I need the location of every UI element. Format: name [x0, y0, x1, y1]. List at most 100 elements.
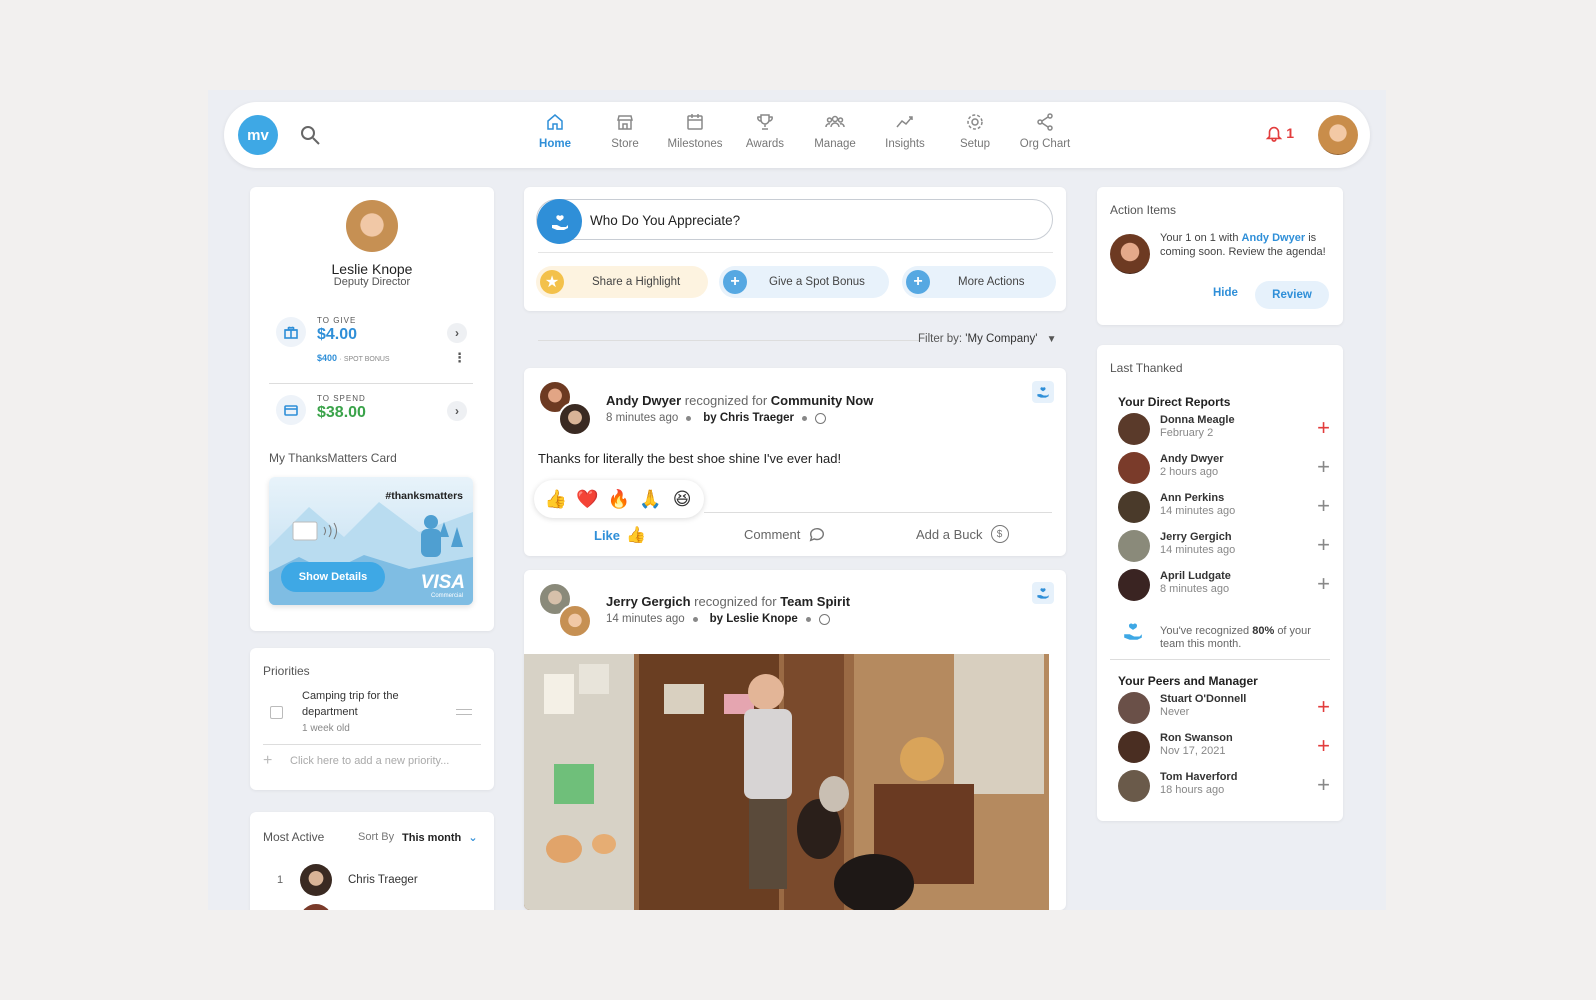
nav-item-awards[interactable]: Awards [730, 112, 800, 150]
nav-item-milestones[interactable]: Milestones [660, 112, 730, 150]
peer-row: Stuart O'Donnell Never + [1118, 692, 1330, 726]
nav-item-setup[interactable]: Setup [940, 112, 1010, 150]
more-actions-button[interactable]: + More Actions [902, 266, 1056, 298]
nav-label-insights: Insights [885, 138, 925, 150]
action-item-link[interactable]: Andy Dwyer [1242, 232, 1306, 244]
post-author[interactable]: by Chris Traeger [703, 412, 794, 424]
to-spend-amount: $38.00 [317, 404, 366, 421]
nav-label-org-chart: Org Chart [1019, 138, 1071, 150]
kebab-menu-icon[interactable]: ⋮ [453, 351, 466, 364]
add-recognition-icon[interactable]: + [1317, 735, 1330, 757]
person-name[interactable]: April Ludgate [1160, 570, 1231, 582]
drag-handle-icon[interactable] [456, 709, 472, 715]
post-author[interactable]: by Leslie Knope [710, 613, 798, 625]
thumbs-up-icon: 👍 [626, 527, 646, 544]
chevron-down-icon: ⌄ [468, 832, 478, 844]
appreciate-prompt: Who Do You Appreciate? [590, 213, 741, 228]
comment-button[interactable]: Comment [744, 525, 826, 543]
home-icon [547, 114, 563, 130]
priorities-title: Priorities [263, 664, 310, 678]
app-logo[interactable]: mv [238, 115, 278, 155]
review-button[interactable]: Review [1255, 281, 1329, 309]
post-heading: Andy Dwyer recognized for Community Now [606, 393, 873, 408]
show-details-button[interactable]: Show Details [281, 562, 385, 592]
share-highlight-button[interactable]: ★ Share a Highlight [536, 266, 708, 298]
add-a-buck-button[interactable]: Add a Buck $ [916, 525, 1009, 543]
filter-value: 'My Company' [965, 333, 1038, 345]
member-name[interactable]: Chris Traeger [348, 874, 418, 886]
spot-bonus-balance: $400 · SPOT BONUS [317, 353, 390, 363]
sort-by-dropdown[interactable]: This month ⌄ [402, 831, 478, 844]
person-last-thanked: 14 minutes ago [1160, 544, 1236, 556]
profile-card: Leslie Knope Deputy Director TO GIVE $4.… [250, 187, 494, 631]
compose-divider [538, 252, 1053, 253]
sort-by-value: This month [402, 832, 462, 844]
pray-icon[interactable]: 🙏 [639, 488, 661, 510]
add-recognition-icon[interactable]: + [1317, 456, 1330, 478]
person-avatar [1118, 452, 1150, 484]
laugh-icon[interactable]: 😆 [671, 488, 693, 510]
nav-label-manage: Manage [814, 138, 856, 150]
nav-label-milestones: Milestones [667, 138, 723, 150]
search-icon[interactable] [298, 123, 322, 147]
add-recognition-icon[interactable]: + [1317, 417, 1330, 439]
person-name[interactable]: Tom Haverford [1160, 771, 1237, 783]
post-award[interactable]: Team Spirit [780, 594, 850, 609]
post-award[interactable]: Community Now [771, 393, 874, 408]
heart-icon[interactable]: ❤️ [576, 488, 598, 510]
priority-age: 1 week old [302, 723, 350, 734]
user-avatar[interactable] [1318, 115, 1358, 155]
post-recipient[interactable]: Andy Dwyer [606, 393, 681, 408]
nav-item-org-chart[interactable]: Org Chart [1010, 112, 1080, 150]
add-priority-input[interactable]: Click here to add a new priority... [290, 755, 449, 767]
person-name[interactable]: Jerry Gergich [1160, 531, 1232, 543]
feed-filter-dropdown[interactable]: Filter by: 'My Company' ▼ [918, 333, 1057, 345]
last-thanked-divider [1110, 659, 1330, 660]
nav-item-home[interactable]: Home [520, 112, 590, 150]
nav-item-insights[interactable]: Insights [870, 112, 940, 150]
to-spend-chevron-button[interactable]: › [447, 401, 467, 421]
add-priority-plus-icon[interactable]: + [263, 752, 272, 770]
reaction-picker: 👍 ❤️ 🔥 🙏 😆 [534, 480, 704, 518]
direct-report-row: Andy Dwyer 2 hours ago + [1118, 452, 1330, 486]
person-name[interactable]: Stuart O'Donnell [1160, 693, 1246, 705]
add-recognition-icon[interactable]: + [1317, 774, 1330, 796]
notifications-button[interactable]: 1 [1265, 124, 1294, 142]
post-video-thumbnail[interactable] [524, 654, 1049, 910]
nav-label-store: Store [611, 138, 639, 150]
person-avatar [1118, 569, 1150, 601]
sort-by-label: Sort By [358, 831, 395, 843]
add-recognition-icon[interactable]: + [1317, 495, 1330, 517]
add-recognition-icon[interactable]: + [1317, 696, 1330, 718]
add-recognition-icon[interactable]: + [1317, 573, 1330, 595]
comment-label: Comment [744, 526, 801, 542]
recognition-hand-icon [1122, 620, 1144, 647]
priority-checkbox[interactable] [270, 706, 283, 719]
caret-down-icon: ▼ [1046, 334, 1057, 345]
to-spend-label: TO SPEND [317, 394, 366, 403]
action-item-text: Your 1 on 1 with Andy Dwyer is coming so… [1160, 232, 1330, 259]
thumbs-up-icon[interactable]: 👍 [545, 488, 567, 510]
appreciation-badge-icon [1032, 381, 1054, 403]
person-last-thanked: 14 minutes ago [1160, 505, 1236, 517]
fire-icon[interactable]: 🔥 [608, 488, 630, 510]
share-highlight-label: Share a Highlight [592, 276, 681, 288]
nav-item-store[interactable]: Store [590, 112, 660, 150]
give-spot-bonus-button[interactable]: + Give a Spot Bonus [719, 266, 889, 298]
person-name[interactable]: Andy Dwyer [1160, 453, 1224, 465]
person-name[interactable]: Ann Perkins [1160, 492, 1224, 504]
post-recipient[interactable]: Jerry Gergich [606, 594, 691, 609]
hide-button[interactable]: Hide [1213, 287, 1238, 299]
person-name[interactable]: Donna Meagle [1160, 414, 1235, 426]
action-items-title: Action Items [1110, 203, 1177, 217]
person-name[interactable]: Ron Swanson [1160, 732, 1233, 744]
to-give-chevron-button[interactable]: › [447, 323, 467, 343]
post-time: 8 minutes ago [606, 412, 679, 424]
gear-icon [967, 114, 983, 130]
add-recognition-icon[interactable]: + [1317, 534, 1330, 556]
chart-icon [896, 116, 913, 128]
like-button[interactable]: Like 👍 [594, 525, 646, 545]
nav-item-manage[interactable]: Manage [800, 112, 870, 150]
balance-divider [269, 383, 473, 384]
feed-post: Jerry Gergich recognized for Team Spirit… [524, 570, 1066, 910]
